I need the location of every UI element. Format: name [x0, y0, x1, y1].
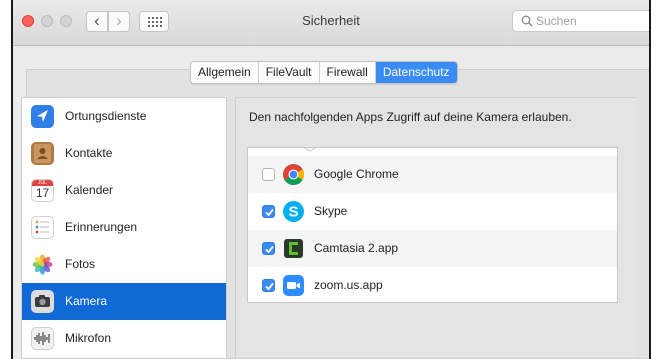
svg-text:S: S [288, 204, 298, 221]
location-arrow-icon [31, 105, 54, 128]
sidebar-item-label: Kontakte [65, 146, 113, 160]
reminders-icon [31, 216, 54, 239]
skype-checkbox[interactable] [262, 205, 275, 218]
sidebar-item-kamera[interactable]: Kamera [22, 283, 226, 320]
checkmark-icon [265, 208, 274, 217]
tab-bar: Allgemein FileVault Firewall Datenschutz [190, 61, 458, 84]
partial-row-icon [303, 148, 317, 152]
panel-description: Den nachfolgenden Apps Zugriff auf deine… [249, 110, 572, 124]
microphone-waveform-icon [31, 327, 54, 350]
sidebar-item-label: Fotos [65, 257, 96, 271]
sidebar-item-label: Mikrofon [65, 331, 112, 345]
tab-firewall[interactable]: Firewall [319, 62, 376, 83]
app-name: Skype [314, 204, 348, 218]
chrome-icon [282, 163, 305, 186]
zoom-icon [282, 274, 305, 297]
checkmark-icon [265, 282, 274, 291]
sidebar-item-label: Kalender [65, 183, 114, 197]
sidebar-item-label: Ortungsdienste [65, 109, 147, 123]
google-chrome-checkbox[interactable] [262, 168, 275, 181]
camtasia-checkbox[interactable] [262, 242, 275, 255]
sidebar-item-label: Kamera [65, 294, 108, 308]
camera-icon [31, 290, 54, 313]
zoom-checkbox[interactable] [262, 279, 275, 292]
sidebar-item-label: Erinnerungen [65, 220, 138, 234]
contacts-book-icon [31, 142, 54, 165]
app-row-google-chrome: Google Chrome [248, 156, 617, 193]
title-bar: ‹ › Sicherheit [13, 0, 649, 46]
sidebar-item-ortungsdienste[interactable]: Ortungsdienste [22, 98, 226, 135]
search-icon [521, 15, 533, 27]
app-name: zoom.us.app [314, 278, 383, 292]
search-input[interactable] [536, 13, 644, 29]
camtasia-icon [282, 237, 305, 260]
tab-datenschutz[interactable]: Datenschutz [375, 62, 457, 83]
app-permission-list: Google Chrome S Skype Camtasia 2.app zoo… [247, 147, 618, 303]
app-row-camtasia: Camtasia 2.app [248, 230, 617, 267]
search-field[interactable] [512, 10, 649, 32]
app-row-skype: S Skype [248, 193, 617, 230]
app-name: Camtasia 2.app [314, 241, 399, 255]
photos-flower-icon [31, 253, 54, 276]
tab-allgemein[interactable]: Allgemein [191, 62, 259, 83]
sidebar-item-erinnerungen[interactable]: Erinnerungen [22, 209, 226, 246]
app-row-zoom: zoom.us.app [248, 267, 617, 302]
skype-icon: S [282, 200, 305, 223]
calendar-day: 17 [35, 186, 50, 200]
checkmark-icon [265, 245, 274, 254]
sidebar-item-mikrofon[interactable]: Mikrofon [22, 320, 226, 357]
sidebar-item-fotos[interactable]: Fotos [22, 246, 226, 283]
privacy-category-list: Ortungsdienste Kontakte JUL 17 Kalender … [21, 97, 227, 359]
sidebar-item-kalender[interactable]: JUL 17 Kalender [22, 172, 226, 209]
app-name: Google Chrome [314, 167, 399, 181]
sidebar-item-kontakte[interactable]: Kontakte [22, 135, 226, 172]
calendar-icon: JUL 17 [31, 179, 54, 202]
tab-filevault[interactable]: FileVault [258, 62, 320, 83]
